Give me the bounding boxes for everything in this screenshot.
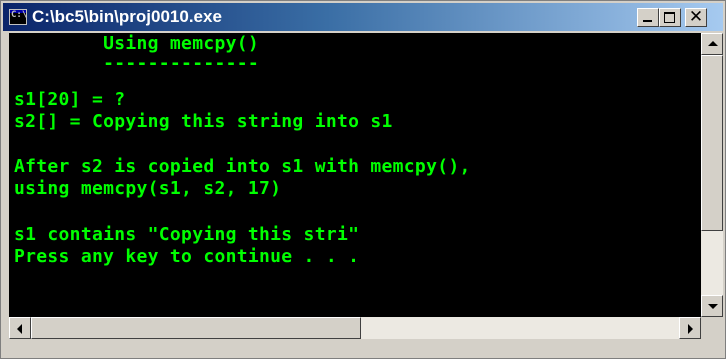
scroll-left-button[interactable] bbox=[9, 317, 31, 339]
console-output[interactable]: Using memcpy() -------------- s1[20] = ?… bbox=[9, 33, 701, 317]
minimize-icon bbox=[643, 20, 652, 22]
arrow-left-icon bbox=[17, 324, 22, 334]
arrow-up-icon bbox=[708, 41, 718, 46]
horizontal-scroll-thumb[interactable] bbox=[31, 317, 361, 339]
window-title: C:\bc5\bin\proj0010.exe bbox=[32, 7, 222, 26]
close-button[interactable]: ✕ bbox=[685, 7, 707, 27]
title-bar[interactable]: C:\ C:\bc5\bin\proj0010.exe ✕ bbox=[3, 3, 723, 31]
console-window: C:\ C:\bc5\bin\proj0010.exe ✕ Using memc… bbox=[0, 0, 726, 359]
close-icon: ✕ bbox=[688, 7, 704, 27]
horizontal-scrollbar[interactable] bbox=[9, 317, 701, 339]
console-line: After s2 is copied into s1 with memcpy()… bbox=[14, 156, 471, 177]
console-line: -------------- bbox=[14, 53, 260, 74]
console-line: using memcpy(s1, s2, 17) bbox=[14, 178, 282, 199]
arrow-down-icon bbox=[708, 304, 718, 309]
maximize-icon bbox=[664, 12, 675, 23]
minimize-button[interactable] bbox=[637, 8, 659, 27]
console-line: s1[20] = ? bbox=[14, 89, 126, 110]
scroll-right-button[interactable] bbox=[679, 317, 701, 339]
console-line: Press any key to continue . . . bbox=[14, 246, 360, 267]
arrow-right-icon bbox=[688, 324, 693, 334]
console-icon[interactable]: C:\ bbox=[9, 9, 27, 25]
maximize-button[interactable] bbox=[659, 8, 681, 27]
scrollbar-corner bbox=[701, 317, 723, 339]
vertical-scrollbar[interactable] bbox=[701, 33, 723, 317]
console-line: Using memcpy() bbox=[14, 33, 260, 54]
vertical-scroll-thumb[interactable] bbox=[701, 55, 723, 231]
console-line: s2[] = Copying this string into s1 bbox=[14, 111, 393, 132]
scroll-up-button[interactable] bbox=[701, 33, 723, 55]
scroll-down-button[interactable] bbox=[701, 295, 723, 317]
console-line: s1 contains "Copying this stri" bbox=[14, 224, 360, 245]
